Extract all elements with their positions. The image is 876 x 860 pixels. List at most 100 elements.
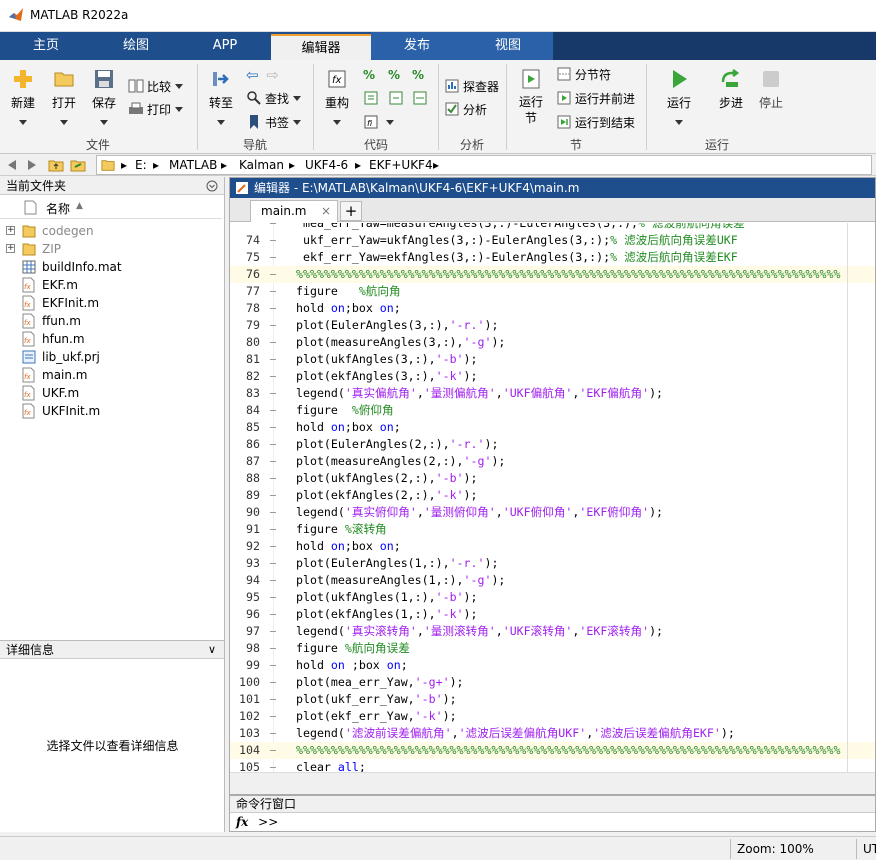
breakpoint-marker[interactable] <box>270 342 276 343</box>
code-line[interactable]: 100 plot(mea_err_Yaw,'-g+'); <box>230 674 875 691</box>
code-line[interactable]: 96 plot(ekfAngles(1,:),'-k'); <box>230 606 875 623</box>
profiler-button[interactable]: 探查器 <box>444 78 499 96</box>
crumb-kalman[interactable]: Kalman <box>239 158 284 172</box>
file-list-item[interactable]: fx hfun.m <box>0 330 222 348</box>
goto-dropdown-icon[interactable] <box>217 120 225 125</box>
comment-button[interactable]: % <box>363 66 375 84</box>
code-line[interactable]: 79 plot(EulerAngles(3,:),'-r.'); <box>230 317 875 334</box>
tab-apps[interactable]: APP <box>180 32 270 60</box>
code-line[interactable]: 84 figure %俯仰角 <box>230 402 875 419</box>
open-dropdown-icon[interactable] <box>60 120 68 125</box>
wrap-comments-button[interactable]: % <box>412 66 424 84</box>
breakpoint-marker[interactable] <box>270 750 276 751</box>
code-line[interactable]: 83 legend('真实偏航角','量测偏航角','UKF偏航角','EKF偏航… <box>230 385 875 402</box>
code-line[interactable]: 87 plot(measureAngles(2,:),'-g'); <box>230 453 875 470</box>
breakpoint-marker[interactable] <box>270 444 276 445</box>
folder-up-icon[interactable] <box>48 157 64 173</box>
breakpoint-marker[interactable] <box>270 767 276 768</box>
breakpoint-marker[interactable] <box>270 376 276 377</box>
breakpoint-marker[interactable] <box>270 240 276 241</box>
code-line[interactable]: 89 plot(ekfAngles(2,:),'-k'); <box>230 487 875 504</box>
details-header[interactable]: 详细信息 ∨ <box>0 641 224 659</box>
function-button[interactable]: fi <box>363 114 394 132</box>
find-button[interactable]: 查找 <box>246 90 302 108</box>
nav-forward-icon[interactable] <box>24 157 40 173</box>
nav-back-icon[interactable] <box>4 157 20 173</box>
breakpoint-marker[interactable] <box>270 529 276 530</box>
code-line[interactable]: mea_err_Yaw=measureAngles(3,:)-EulerAngl… <box>230 223 875 232</box>
breakpoint-marker[interactable] <box>270 223 276 224</box>
new-dropdown-icon[interactable] <box>19 120 27 125</box>
file-list-item[interactable]: fx EKF.m <box>0 276 222 294</box>
file-list-item[interactable]: + ZIP <box>0 240 222 258</box>
run-section-button[interactable]: 运行节 <box>514 68 548 126</box>
tab-plots[interactable]: 绘图 <box>92 32 180 60</box>
code-area[interactable]: mea_err_Yaw=measureAngles(3,:)-EulerAngl… <box>230 223 875 773</box>
refactor-dropdown-icon[interactable] <box>333 120 341 125</box>
file-list-item[interactable]: buildInfo.mat <box>0 258 222 276</box>
save-dropdown-icon[interactable] <box>100 120 108 125</box>
code-line[interactable]: 91 figure %滚转角 <box>230 521 875 538</box>
run-advance-button[interactable]: 运行并前进 <box>556 90 635 108</box>
code-line[interactable]: 92 hold on;box on; <box>230 538 875 555</box>
tab-publish[interactable]: 发布 <box>371 32 463 60</box>
tab-home[interactable]: 主页 <box>0 32 92 60</box>
breakpoint-marker[interactable] <box>270 359 276 360</box>
back-arrow-icon[interactable]: ⇦ <box>246 66 259 84</box>
increase-indent-button[interactable] <box>388 90 407 108</box>
breakpoint-marker[interactable] <box>270 291 276 292</box>
breakpoint-marker[interactable] <box>270 665 276 666</box>
file-list-item[interactable]: + codegen <box>0 222 222 240</box>
tab-editor[interactable]: 编辑器 <box>271 34 371 60</box>
open-button[interactable]: 打开 <box>48 68 80 111</box>
file-list-item[interactable]: fx ffun.m <box>0 312 222 330</box>
code-line[interactable]: 74 ukf_err_Yaw=ukfAngles(3,:)-EulerAngle… <box>230 232 875 249</box>
breakpoint-marker[interactable] <box>270 495 276 496</box>
new-button[interactable]: 新建 <box>6 68 40 111</box>
code-line[interactable]: 93 plot(EulerAngles(1,:),'-r.'); <box>230 555 875 572</box>
chevron-down-icon[interactable]: ∨ <box>208 641 216 659</box>
breakpoint-marker[interactable] <box>270 614 276 615</box>
breakpoint-marker[interactable] <box>270 478 276 479</box>
code-line[interactable]: 77 figure %航向角 <box>230 283 875 300</box>
expand-icon[interactable]: + <box>6 226 15 235</box>
path-breadcrumb[interactable]: ▸ E: ▸ MATLAB ▸ Kalman ▸ UKF4-6 ▸ EKF+UK… <box>96 155 872 175</box>
print-button[interactable]: 打印 <box>128 101 184 119</box>
code-line[interactable]: 78 hold on;box on; <box>230 300 875 317</box>
smart-indent-button[interactable] <box>363 90 382 108</box>
analyze-button[interactable]: 分析 <box>444 101 487 119</box>
breakpoint-marker[interactable] <box>270 274 276 275</box>
command-prompt[interactable]: fx >> <box>236 815 278 829</box>
breakpoint-marker[interactable] <box>270 325 276 326</box>
code-line[interactable]: 95 plot(ukfAngles(1,:),'-b'); <box>230 589 875 606</box>
uncomment-button[interactable]: % <box>388 66 400 84</box>
code-line[interactable]: 98 figure %航向角误差 <box>230 640 875 657</box>
breakpoint-marker[interactable] <box>270 716 276 717</box>
crumb-matlab[interactable]: MATLAB <box>169 158 217 172</box>
file-list-item[interactable]: fx EKFInit.m <box>0 294 222 312</box>
run-dropdown-icon[interactable] <box>675 120 683 125</box>
crumb-drive[interactable]: E: <box>135 158 147 172</box>
code-line[interactable]: 102 plot(ekf_err_Yaw,'-k'); <box>230 708 875 725</box>
crumb-ekf-ukf4[interactable]: EKF+UKF4 <box>369 158 433 172</box>
section-break-button[interactable]: 分节符 <box>556 66 611 84</box>
code-line[interactable]: 88 plot(ukfAngles(2,:),'-b'); <box>230 470 875 487</box>
file-list-item[interactable]: fx main.m <box>0 366 222 384</box>
crumb-ukf4-6[interactable]: UKF4-6 <box>305 158 348 172</box>
run-button[interactable]: 运行 <box>660 68 698 111</box>
code-line[interactable]: 81 plot(ukfAngles(3,:),'-b'); <box>230 351 875 368</box>
breakpoint-marker[interactable] <box>270 682 276 683</box>
code-line[interactable]: 105 clear all; <box>230 759 875 773</box>
back-forward-buttons[interactable]: ⇦ ⇨ <box>246 66 279 84</box>
breakpoint-marker[interactable] <box>270 393 276 394</box>
code-line[interactable]: 76%%%%%%%%%%%%%%%%%%%%%%%%%%%%%%%%%%%%%%… <box>230 266 875 283</box>
compare-button[interactable]: 比较 <box>128 78 184 96</box>
breakpoint-marker[interactable] <box>270 563 276 564</box>
file-list-item[interactable]: fx UKF.m <box>0 384 222 402</box>
code-line[interactable]: 104%%%%%%%%%%%%%%%%%%%%%%%%%%%%%%%%%%%%%… <box>230 742 875 759</box>
breakpoint-marker[interactable] <box>270 546 276 547</box>
column-header[interactable]: 名称 ▲ <box>0 197 222 219</box>
breakpoint-marker[interactable] <box>270 597 276 598</box>
code-line[interactable]: 90 legend('真实俯仰角','量测俯仰角','UKF俯仰角','EKF俯仰… <box>230 504 875 521</box>
save-button[interactable]: 保存 <box>88 68 120 111</box>
